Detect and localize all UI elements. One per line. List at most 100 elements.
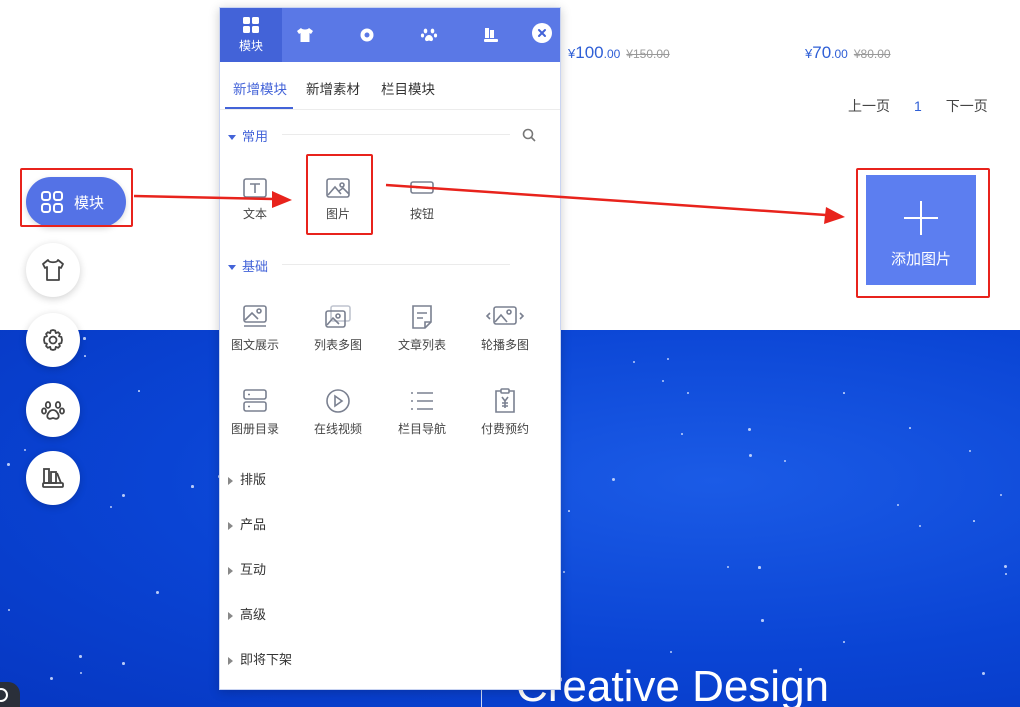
tab-settings[interactable] xyxy=(336,8,398,62)
subtab-underline xyxy=(225,107,293,109)
library-button[interactable] xyxy=(26,451,80,505)
category-interaction[interactable]: 互动 xyxy=(228,559,266,578)
star xyxy=(897,504,899,506)
star xyxy=(633,361,636,364)
settings-button[interactable] xyxy=(26,313,80,367)
module-carousel-label: 轮播多图 xyxy=(480,338,529,352)
module-album-catalog-label: 图册目录 xyxy=(230,422,279,436)
section-basic-title: 基础 xyxy=(242,259,269,274)
section-common-title: 常用 xyxy=(242,129,269,144)
panel-close-button[interactable] xyxy=(532,23,552,43)
gear-icon xyxy=(360,28,374,42)
module-column-nav[interactable]: 栏目导航 xyxy=(387,386,457,452)
hero-title: Creative Design xyxy=(516,662,830,707)
module-text-label: 文本 xyxy=(242,207,267,221)
paw-button[interactable] xyxy=(26,383,80,437)
category-label: 高级 xyxy=(240,607,267,622)
category-label: 产品 xyxy=(240,517,267,532)
module-image[interactable]: 图片 xyxy=(303,175,373,241)
list-images-icon xyxy=(325,305,351,328)
module-paid-booking[interactable]: 付费预约 xyxy=(470,386,540,452)
module-image-text[interactable]: 图文展示 xyxy=(220,302,290,368)
star xyxy=(662,380,664,382)
image-icon xyxy=(326,178,350,198)
add-image-label: 添加图片 xyxy=(890,251,951,268)
carousel-icon xyxy=(485,306,525,325)
module-album-catalog[interactable]: 图册目录 xyxy=(220,386,290,452)
subtab-column-module[interactable]: 栏目模块 xyxy=(381,78,435,98)
module-button-label: 模块 xyxy=(74,194,105,212)
subtab-add-module[interactable]: 新增模块 xyxy=(233,78,287,98)
current-page-link[interactable]: 1 xyxy=(914,98,922,114)
star xyxy=(843,641,845,643)
category-label: 互动 xyxy=(240,562,267,577)
star xyxy=(84,355,86,357)
books-icon xyxy=(42,468,64,488)
category-product[interactable]: 产品 xyxy=(228,514,266,533)
original-price: ¥80.00 xyxy=(853,47,891,61)
module-article-list[interactable]: 文章列表 xyxy=(387,302,457,368)
tab-paw[interactable] xyxy=(398,8,460,62)
tab-library[interactable] xyxy=(460,8,522,62)
paid-booking-icon xyxy=(495,388,515,413)
star xyxy=(122,494,126,498)
module-online-video[interactable]: 在线视频 xyxy=(303,386,373,452)
star xyxy=(563,571,566,574)
product-price: ¥100.00 ¥150.00 xyxy=(568,43,670,63)
theme-button[interactable] xyxy=(26,243,80,297)
star xyxy=(982,672,986,676)
price-integer: 100 xyxy=(575,43,604,62)
prev-page-link[interactable]: 上一页 xyxy=(848,96,890,116)
add-image-button[interactable]: 添加图片 xyxy=(866,175,976,285)
module-carousel[interactable]: 轮播多图 xyxy=(470,302,540,368)
shirt-icon xyxy=(42,259,64,281)
star xyxy=(8,609,11,612)
button-icon xyxy=(410,181,434,194)
shirt-icon xyxy=(297,28,313,42)
image-text-icon xyxy=(243,305,267,327)
star xyxy=(612,478,616,482)
star xyxy=(670,651,672,653)
category-layout[interactable]: 排版 xyxy=(228,469,266,488)
star xyxy=(156,591,159,594)
gear-icon xyxy=(43,329,63,351)
module-button[interactable]: 按钮 xyxy=(387,175,457,241)
album-catalog-icon xyxy=(243,389,267,412)
search-icon[interactable] xyxy=(522,128,536,142)
star xyxy=(191,485,194,488)
module-list-images-label: 列表多图 xyxy=(313,338,362,352)
module-paid-booking-label: 付费预约 xyxy=(480,422,529,436)
star xyxy=(761,619,764,622)
list-icon xyxy=(411,392,433,410)
module-panel: 模块 新增模块 新增素材 栏目模块 常用 文本 图片 按钮 基础 图文展示 列表… xyxy=(219,7,561,690)
tab-theme[interactable] xyxy=(274,8,336,62)
star xyxy=(909,427,911,429)
corner-widget-icon[interactable] xyxy=(0,682,20,707)
grid-icon xyxy=(243,17,259,33)
module-text[interactable]: 文本 xyxy=(220,175,290,241)
section-divider xyxy=(282,264,510,265)
module-image-text-label: 图文展示 xyxy=(230,338,279,352)
price-decimal: .00 xyxy=(831,47,848,61)
star xyxy=(50,677,54,681)
module-image-label: 图片 xyxy=(325,207,350,221)
category-deprecating[interactable]: 即将下架 xyxy=(228,649,292,668)
star xyxy=(727,566,730,569)
tab-modules-label: 模块 xyxy=(238,39,263,53)
category-advanced[interactable]: 高级 xyxy=(228,604,266,623)
star xyxy=(969,450,972,453)
next-page-link[interactable]: 下一页 xyxy=(946,96,988,116)
text-icon xyxy=(243,178,267,198)
subtab-add-material[interactable]: 新增素材 xyxy=(306,78,360,98)
module-button[interactable]: 模块 xyxy=(26,177,126,227)
tab-modules[interactable]: 模块 xyxy=(220,8,282,62)
module-article-list-label: 文章列表 xyxy=(397,338,446,352)
star xyxy=(919,525,922,528)
module-list-images[interactable]: 列表多图 xyxy=(303,302,373,368)
grid-icon xyxy=(41,191,63,213)
star xyxy=(122,662,125,665)
section-common-header[interactable]: 常用 xyxy=(228,126,268,145)
star xyxy=(24,449,27,452)
section-basic-header[interactable]: 基础 xyxy=(228,256,268,275)
close-icon xyxy=(538,29,546,37)
